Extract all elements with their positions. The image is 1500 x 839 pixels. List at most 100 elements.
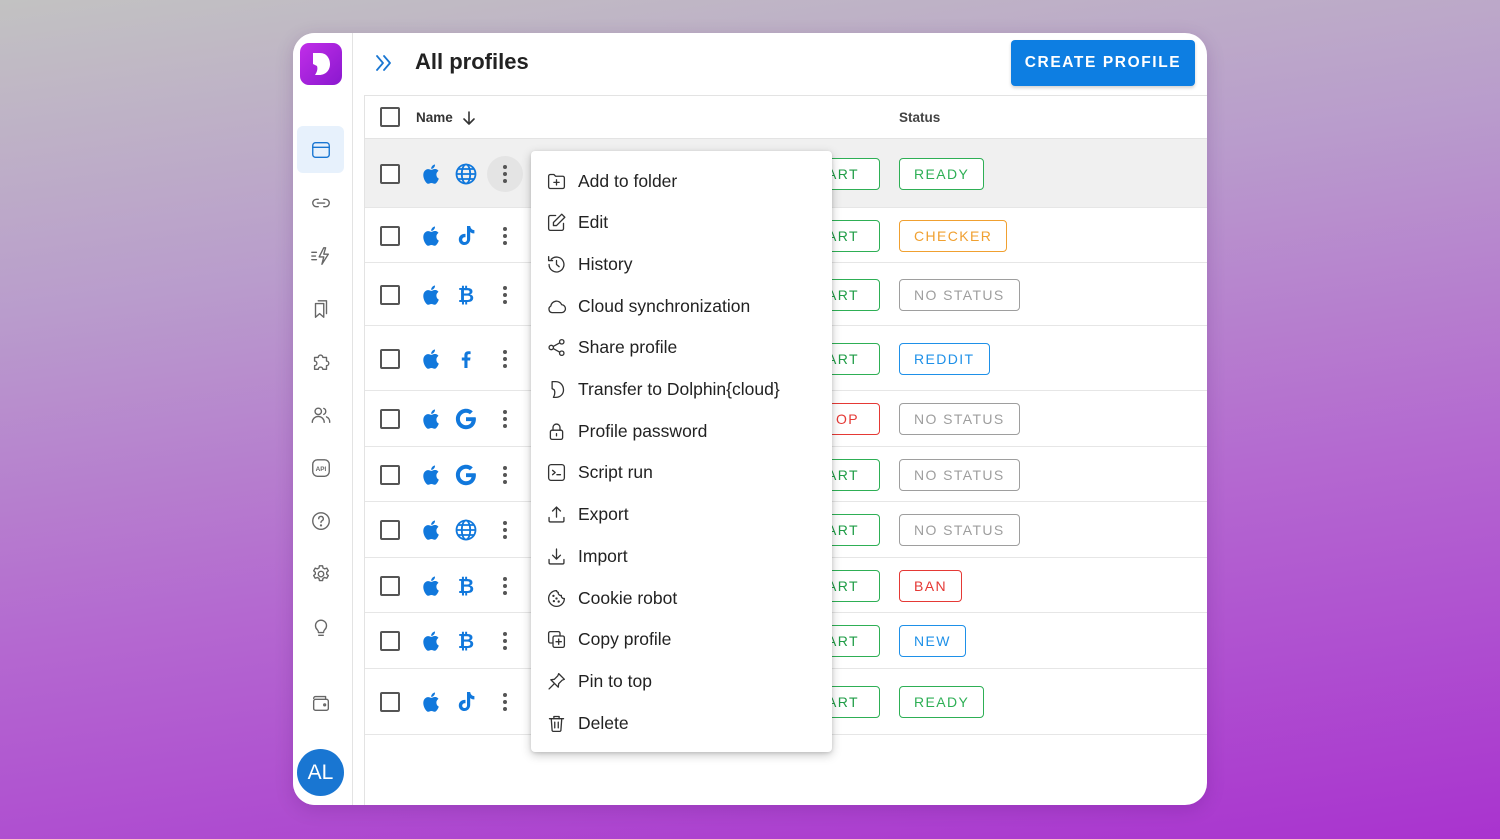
row-menu-button[interactable] xyxy=(487,341,523,377)
row-menu-button[interactable] xyxy=(487,623,523,659)
terminal-icon xyxy=(547,464,566,482)
download-icon xyxy=(548,548,565,565)
row-checkbox[interactable] xyxy=(380,284,400,305)
cookie-icon xyxy=(548,589,566,607)
menu-item-label: Transfer to Dolphin{cloud} xyxy=(578,379,780,399)
globe-icon xyxy=(454,162,478,186)
row-checkbox[interactable] xyxy=(380,163,400,184)
user-avatar[interactable]: AL xyxy=(297,749,344,796)
status-badge[interactable]: BAN xyxy=(899,569,962,602)
status-badge[interactable]: NO STATUS xyxy=(899,458,1020,491)
pin-icon xyxy=(548,672,566,690)
row-menu-button[interactable] xyxy=(487,277,523,313)
menu-item-share-profile[interactable]: Share profile xyxy=(531,328,832,368)
menu-item-import[interactable]: Import xyxy=(531,536,832,576)
row-checkbox[interactable] xyxy=(380,631,400,651)
more-vertical-icon xyxy=(503,632,507,650)
status-badge[interactable]: NO STATUS xyxy=(899,278,1020,311)
row-checkbox[interactable] xyxy=(380,575,400,596)
sidebar: API AL xyxy=(293,33,353,805)
more-vertical-icon xyxy=(503,285,507,304)
apple-icon xyxy=(420,407,444,431)
wallet-icon xyxy=(312,695,329,711)
folder-plus-icon xyxy=(547,173,566,189)
sidebar-item-wallet[interactable] xyxy=(297,679,344,726)
column-name-header[interactable]: Name xyxy=(416,110,453,125)
sidebar-item-extensions[interactable] xyxy=(297,338,344,385)
svg-text:₿: ₿ xyxy=(458,574,474,598)
row-menu-button[interactable] xyxy=(487,512,523,548)
menu-item-label: Edit xyxy=(578,212,609,233)
lightbulb-icon xyxy=(314,618,327,636)
menu-item-label: History xyxy=(578,253,633,274)
status-badge[interactable]: REDDIT xyxy=(899,342,990,375)
menu-item-pin-to-top[interactable]: Pin to top xyxy=(531,661,832,701)
menu-item-add-to-folder[interactable]: Add to folder xyxy=(531,161,832,201)
apple-icon xyxy=(420,574,444,598)
status-badge[interactable]: NO STATUS xyxy=(899,403,1020,435)
status-badge[interactable]: NEW xyxy=(899,625,966,657)
menu-item-label: Import xyxy=(578,545,628,566)
menu-item-profile-password[interactable]: Profile password xyxy=(531,411,832,451)
column-status-header[interactable]: Status xyxy=(899,110,940,125)
row-menu-button[interactable] xyxy=(487,568,523,604)
globe-icon xyxy=(454,518,478,542)
apple-icon xyxy=(420,283,444,307)
select-all-checkbox[interactable] xyxy=(380,107,400,127)
edit-icon xyxy=(547,213,566,232)
sidebar-item-automation[interactable] xyxy=(297,232,344,279)
status-badge[interactable]: CHECKER xyxy=(899,219,1008,252)
row-menu-button[interactable] xyxy=(487,457,523,493)
row-checkbox[interactable] xyxy=(380,520,400,540)
svg-text:₿: ₿ xyxy=(458,629,474,653)
google-icon xyxy=(454,407,478,431)
menu-item-cookie-robot[interactable]: Cookie robot xyxy=(531,578,832,618)
sort-arrow-down-icon[interactable] xyxy=(461,110,477,126)
row-checkbox[interactable] xyxy=(380,348,400,369)
row-checkbox[interactable] xyxy=(380,692,400,712)
row-checkbox[interactable] xyxy=(380,225,400,246)
menu-item-transfer-to-dolphin-cloud[interactable]: Transfer to Dolphin{cloud} xyxy=(531,370,832,410)
more-vertical-icon xyxy=(503,226,507,245)
apple-icon xyxy=(420,224,444,248)
menu-item-copy-profile[interactable]: Copy profile xyxy=(531,620,832,660)
sidebar-item-team[interactable] xyxy=(297,391,344,438)
google-icon xyxy=(454,463,478,487)
menu-item-label: Add to folder xyxy=(578,170,678,191)
upload-icon xyxy=(548,506,565,523)
row-checkbox[interactable] xyxy=(380,409,400,429)
sidebar-item-browser-profiles[interactable] xyxy=(297,126,344,173)
apple-icon xyxy=(420,162,444,186)
expand-sidebar-icon[interactable] xyxy=(373,52,395,74)
menu-item-edit[interactable]: Edit xyxy=(531,203,832,243)
row-menu-button[interactable] xyxy=(487,684,523,720)
apple-icon xyxy=(420,518,444,542)
status-badge[interactable]: NO STATUS xyxy=(899,514,1020,546)
profile-context-menu: Add to folder Edit History Cloud synchroniz… xyxy=(531,151,832,752)
sidebar-item-ideas[interactable] xyxy=(297,603,344,650)
menu-item-export[interactable]: Export xyxy=(531,495,832,535)
create-profile-button[interactable]: CREATE PROFILE xyxy=(1011,40,1195,86)
row-checkbox[interactable] xyxy=(380,464,400,485)
puzzle-icon xyxy=(313,353,329,370)
api-icon: API xyxy=(311,458,330,477)
status-badge[interactable]: READY xyxy=(899,686,985,718)
menu-item-cloud-synchronization[interactable]: Cloud synchronization xyxy=(531,286,832,326)
row-menu-button[interactable] xyxy=(487,155,523,192)
dolphin-logo[interactable] xyxy=(300,43,342,85)
status-badge[interactable]: READY xyxy=(899,157,985,190)
more-vertical-icon xyxy=(503,693,507,711)
table-header: Name Status xyxy=(365,96,1207,139)
sidebar-item-bookmarks[interactable] xyxy=(297,285,344,332)
row-menu-button[interactable] xyxy=(487,218,523,254)
more-vertical-icon xyxy=(503,410,507,428)
menu-item-delete[interactable]: Delete xyxy=(531,703,832,743)
sidebar-item-proxies[interactable] xyxy=(297,179,344,226)
sidebar-item-api[interactable]: API xyxy=(297,444,344,491)
sidebar-item-help[interactable] xyxy=(297,497,344,544)
menu-item-history[interactable]: History xyxy=(531,244,832,284)
sidebar-item-settings[interactable] xyxy=(297,550,344,597)
history-icon xyxy=(547,255,565,273)
menu-item-script-run[interactable]: Script run xyxy=(531,453,832,493)
row-menu-button[interactable] xyxy=(487,401,523,437)
